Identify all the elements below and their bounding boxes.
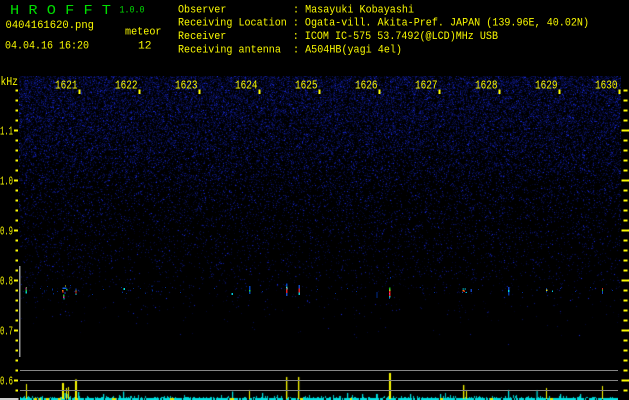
svg-text:1621: 1621 (55, 79, 78, 93)
svg-text:0404161620.png: 0404161620.png (6, 20, 95, 32)
svg-text:1627: 1627 (415, 79, 438, 93)
svg-text:1622: 1622 (115, 79, 138, 93)
svg-text:0.7: 0.7 (0, 324, 13, 338)
svg-text:1625: 1625 (295, 79, 318, 93)
svg-text:1.0.0: 1.0.0 (120, 6, 145, 17)
svg-text:Receiving Location : Ogata-vil: Receiving Location : Ogata-vill. Akita-P… (178, 18, 589, 30)
svg-text:1624: 1624 (235, 79, 258, 93)
svg-text:H R O F F T: H R O F F T (10, 3, 111, 19)
svg-text:meteor: meteor (125, 27, 162, 39)
svg-text:Observer : Masayuki: Observer : Masayuki Kobayashi (178, 4, 414, 16)
svg-text:12: 12 (138, 40, 152, 52)
svg-text:0.6: 0.6 (0, 374, 13, 388)
svg-text:1.0: 1.0 (0, 174, 13, 188)
svg-text:kHz: kHz (1, 75, 19, 89)
svg-text:1623: 1623 (175, 79, 198, 93)
svg-text:Receiving antenna : A504HB(ya: Receiving antenna : A504HB(yagi 4el) (178, 45, 402, 57)
svg-text:1.1: 1.1 (0, 124, 13, 138)
svg-text:1626: 1626 (355, 79, 378, 93)
svg-text:1630: 1630 (595, 79, 618, 93)
svg-text:0.9: 0.9 (0, 224, 13, 238)
svg-text:04.04.16 16:20: 04.04.16 16:20 (5, 40, 89, 52)
svg-text:1629: 1629 (535, 79, 558, 93)
svg-text:0.8: 0.8 (0, 274, 13, 288)
svg-text:1628: 1628 (475, 79, 498, 93)
svg-text:Receiver : ICOM IC-5: Receiver : ICOM IC-575 53.7492(@LCD)MHz … (178, 31, 498, 43)
